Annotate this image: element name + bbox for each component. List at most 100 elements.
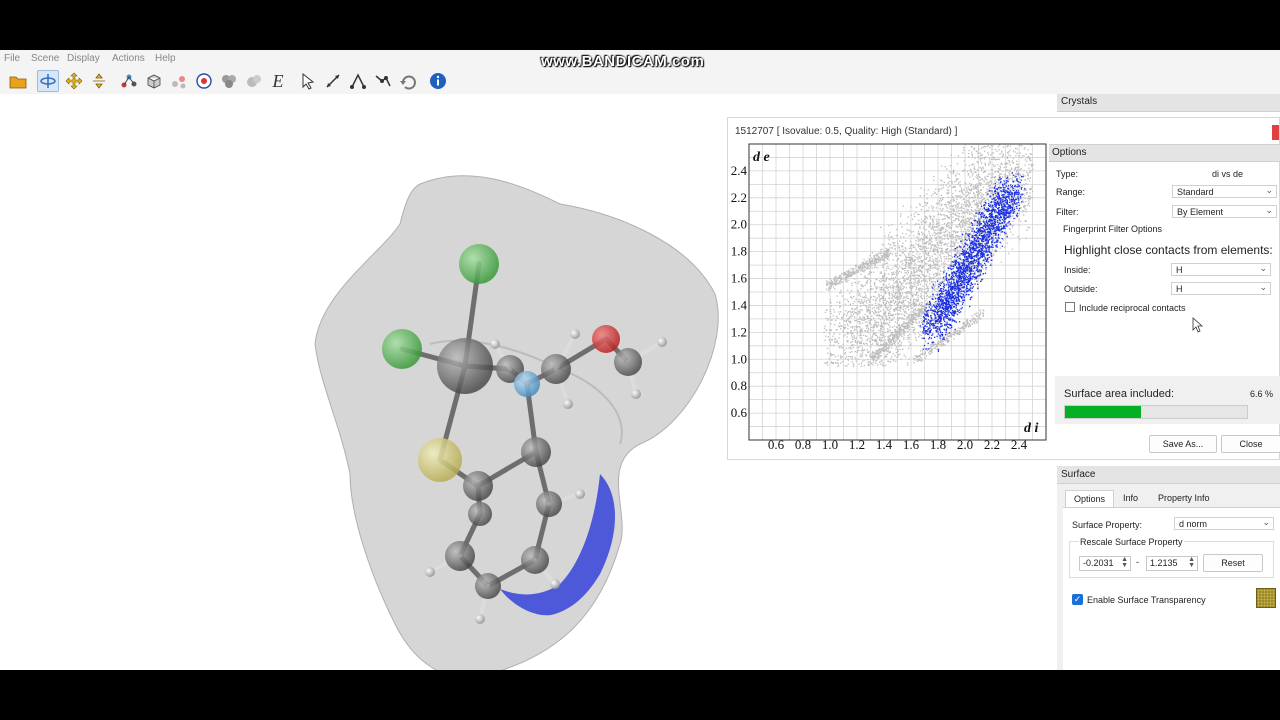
- fingerprint-point: [868, 321, 871, 324]
- fingerprint-point: [899, 310, 902, 312]
- fingerprint-point: [914, 271, 916, 274]
- scale-icon[interactable]: [88, 70, 110, 92]
- fingerprint-point: [959, 235, 961, 238]
- fingerprint-point: [979, 272, 981, 274]
- select-arrow-icon[interactable]: [297, 70, 319, 92]
- fingerprint-point: [935, 193, 938, 196]
- fingerprint-point: [994, 176, 996, 179]
- fingerprint-point: [884, 335, 886, 337]
- fingerprint-point: [835, 319, 837, 322]
- measure-distance-icon[interactable]: [322, 70, 344, 92]
- menu-scene[interactable]: Scene: [31, 53, 59, 64]
- fingerprint-point: [913, 235, 915, 237]
- fingerprint-point: [1000, 162, 1003, 165]
- fingerprint-point: [870, 323, 872, 326]
- fingerprint-point: [900, 282, 903, 285]
- fingerprint-point: [938, 343, 940, 346]
- fingerprint-point: [906, 256, 909, 259]
- fingerprint-point: [956, 172, 958, 175]
- unit-cell-icon[interactable]: [143, 70, 165, 92]
- fingerprint-point: [987, 218, 989, 221]
- undo-icon[interactable]: [397, 70, 419, 92]
- fingerprint-point: [892, 241, 894, 244]
- dialog-close-icon[interactable]: [1272, 125, 1279, 140]
- fingerprint-point: [958, 190, 961, 193]
- atoms-icon[interactable]: [168, 70, 190, 92]
- fingerprint-point: [913, 283, 916, 286]
- fingerprint-point: [887, 266, 889, 268]
- fingerprint-point: [885, 316, 887, 318]
- fingerprint-point: [869, 297, 872, 300]
- fingerprint-point: [903, 305, 906, 307]
- fingerprint-point: [881, 336, 883, 339]
- fingerprint-point: [1008, 252, 1010, 255]
- fingerprint-point: [873, 267, 876, 269]
- fingerprint-point: [892, 277, 895, 279]
- menu-help[interactable]: Help: [155, 53, 176, 64]
- fingerprint-point: [1011, 215, 1013, 217]
- fingerprint-point: [862, 342, 865, 345]
- menu-file[interactable]: File: [4, 53, 20, 64]
- fingerprint-point: [840, 311, 842, 313]
- fingerprint-point: [878, 296, 880, 298]
- fingerprint-point: [879, 319, 882, 321]
- fingerprint-point: [933, 175, 935, 178]
- rotate-icon[interactable]: [37, 70, 59, 92]
- fingerprint-point: [897, 290, 900, 292]
- measure-angle-icon[interactable]: [347, 70, 369, 92]
- fingerprint-point: [846, 365, 848, 367]
- fingerprint-point: [927, 247, 929, 249]
- fingerprint-point: [831, 281, 834, 283]
- measure-torsion-icon[interactable]: [372, 70, 394, 92]
- fingerprint-point: [842, 330, 844, 333]
- fingerprint-point: [1001, 215, 1004, 217]
- fingerprint-point: [913, 274, 915, 276]
- fingerprint-point: [882, 255, 885, 257]
- fingerprint-point: [847, 279, 849, 282]
- fingerprint-point: [1027, 198, 1029, 200]
- fingerprint-point: [910, 256, 912, 259]
- translate-icon[interactable]: [63, 70, 85, 92]
- 3d-viewport[interactable]: [0, 94, 728, 670]
- fingerprint-point: [1026, 229, 1028, 231]
- center-icon[interactable]: [193, 70, 215, 92]
- fingerprint-point: [880, 329, 882, 331]
- fingerprint-point: [926, 280, 928, 283]
- fingerprint-point: [928, 232, 931, 235]
- fingerprint-point: [880, 321, 882, 323]
- fingerprint-point: [1001, 150, 1003, 152]
- hirshfeld-surface-view[interactable]: [0, 94, 728, 670]
- open-folder-icon[interactable]: [7, 70, 29, 92]
- fingerprint-point: [912, 246, 914, 249]
- fingerprint-point: [892, 273, 894, 275]
- menu-actions[interactable]: Actions: [112, 53, 145, 64]
- crystals-panel-header[interactable]: Crystals: [1057, 94, 1280, 112]
- energy-e-icon[interactable]: E: [267, 70, 289, 92]
- fingerprint-point: [1012, 220, 1014, 222]
- cluster-icon[interactable]: [218, 70, 240, 92]
- fingerprint-point: [969, 217, 971, 219]
- fingerprint-point: [886, 350, 888, 353]
- fingerprint-point: [883, 346, 886, 348]
- fingerprint-point: [1024, 197, 1026, 200]
- fingerprint-point: [852, 269, 854, 272]
- fingerprint-point: [974, 186, 976, 189]
- fingerprint-point: [891, 334, 893, 336]
- fingerprint-point: [867, 279, 869, 282]
- fingerprint-point: [979, 189, 982, 192]
- info-icon[interactable]: [427, 70, 449, 92]
- fingerprint-point: [845, 275, 847, 278]
- cluster-gray-icon[interactable]: [243, 70, 265, 92]
- fingerprint-point: [960, 187, 963, 189]
- fingerprint-point: [925, 204, 927, 207]
- fingerprint-point: [959, 327, 961, 330]
- fingerprint-point: [1006, 145, 1009, 147]
- molecule-fragment-icon[interactable]: [118, 70, 140, 92]
- fingerprint-point: [984, 178, 987, 180]
- fingerprint-point: [870, 288, 872, 290]
- fingerprint-point: [870, 263, 872, 265]
- fingerprint-point: [952, 212, 954, 214]
- menu-display[interactable]: Display: [67, 53, 100, 64]
- fingerprint-point: [830, 323, 832, 325]
- fingerprint-point: [895, 291, 898, 293]
